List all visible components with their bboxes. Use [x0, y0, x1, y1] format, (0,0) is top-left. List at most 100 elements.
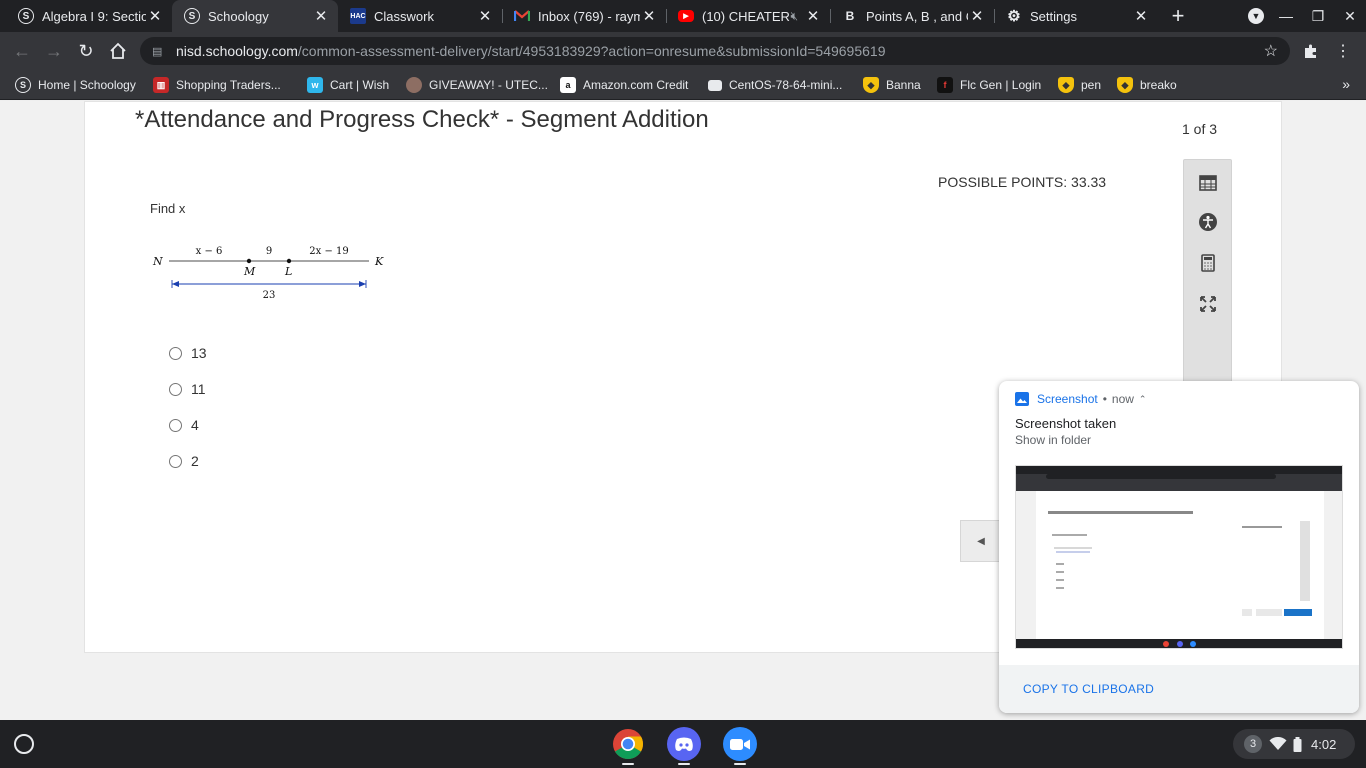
chrome-icon[interactable]	[611, 727, 645, 761]
choice-label: 4	[191, 417, 199, 433]
address-bar[interactable]: ▤ nisd.schoology.com/common-assessment-d…	[140, 37, 1290, 65]
radio-button[interactable]	[169, 382, 182, 396]
notification-actions: COPY TO CLIPBOARD	[999, 665, 1359, 713]
close-window-button[interactable]: ✕	[1335, 0, 1365, 32]
close-icon[interactable]: ✕	[968, 7, 986, 25]
bookmark-banna[interactable]: ◆ Banna	[863, 76, 921, 94]
tab-classwork[interactable]: HAC Classwork ✕	[338, 0, 502, 32]
close-icon[interactable]: ✕	[146, 7, 164, 25]
amazon-icon: a	[560, 77, 576, 93]
store-icon: ▥	[153, 77, 169, 93]
bookmark-amazon-credit[interactable]: a Amazon.com Credit	[560, 76, 688, 94]
calendar-icon[interactable]	[1198, 172, 1218, 192]
tab-title: Points A, B , and C	[866, 8, 968, 24]
show-in-folder-link[interactable]: Show in folder	[1015, 433, 1091, 447]
forward-button[interactable]: →	[42, 39, 66, 63]
minimize-button[interactable]: —	[1271, 0, 1301, 32]
screenshot-thumbnail[interactable]	[1015, 465, 1343, 649]
radio-button[interactable]	[169, 346, 182, 360]
notification-time: now	[1111, 392, 1134, 406]
menu-button[interactable]: ⋮	[1331, 39, 1355, 63]
choice-label: 11	[191, 381, 206, 397]
zoom-icon[interactable]	[723, 727, 757, 761]
choice-label: 13	[191, 345, 207, 361]
bookmarks-overflow-icon[interactable]: »	[1342, 76, 1350, 92]
fullscreen-icon[interactable]	[1198, 294, 1218, 314]
system-shelf: 3 4:02	[0, 720, 1366, 768]
close-icon[interactable]: ✕	[476, 7, 494, 25]
radio-button[interactable]	[169, 418, 182, 432]
answer-choice[interactable]: 13	[169, 335, 207, 371]
notification-app-name: Screenshot	[1037, 392, 1098, 406]
bookmark-breako[interactable]: ◆ breako	[1117, 76, 1177, 94]
tab-algebra[interactable]: S Algebra I 9: Sectio ✕	[6, 0, 172, 32]
tab-search-button[interactable]: ▼	[1241, 0, 1271, 32]
notification-separator: •	[1102, 392, 1107, 406]
bookmark-flc-gen[interactable]: f Flc Gen | Login	[937, 76, 1041, 94]
restore-button[interactable]: ❐	[1303, 0, 1333, 32]
bookmark-centos[interactable]: CentOS-78-64-mini...	[708, 76, 842, 94]
screenshot-notification[interactable]: Screenshot • now ⌃ Screenshot taken Show…	[999, 381, 1359, 713]
puzzle-icon	[1305, 44, 1316, 58]
answer-choice[interactable]: 4	[169, 407, 207, 443]
close-icon[interactable]: ✕	[640, 7, 658, 25]
tab-settings[interactable]: ⚙ Settings ✕	[994, 0, 1158, 32]
bookmark-pen[interactable]: ◆ pen	[1058, 76, 1101, 94]
label-m: M	[243, 265, 256, 278]
shield-icon: ◆	[1117, 77, 1133, 93]
schoology-icon: S	[15, 77, 31, 93]
close-icon[interactable]: ✕	[1132, 7, 1150, 25]
label-n: N	[152, 255, 163, 268]
schoology-icon: S	[184, 8, 200, 24]
tab-brainly[interactable]: B Points A, B , and C ✕	[830, 0, 994, 32]
battery-icon	[1293, 736, 1302, 752]
answer-choice[interactable]: 11	[169, 371, 207, 407]
notification-title: Screenshot taken	[1015, 416, 1117, 431]
chevron-up-icon[interactable]: ⌃	[1139, 394, 1147, 405]
wifi-icon	[1269, 737, 1287, 750]
new-tab-button[interactable]: +	[1163, 0, 1193, 32]
file-icon	[708, 79, 722, 91]
bookmark-home-schoology[interactable]: S Home | Schoology	[15, 76, 136, 94]
tab-strip: S Algebra I 9: Sectio ✕ S Schoology ✕ HA…	[0, 0, 1366, 32]
tab-gmail[interactable]: Inbox (769) - raym ✕	[502, 0, 666, 32]
answer-choice[interactable]: 2	[169, 443, 207, 479]
tab-title: (10) CHEATER	[702, 8, 790, 24]
hac-icon: HAC	[350, 8, 366, 24]
launcher-button[interactable]	[14, 734, 34, 754]
home-button[interactable]	[106, 39, 130, 63]
copy-to-clipboard-button[interactable]: COPY TO CLIPBOARD	[1023, 682, 1154, 696]
label-seg-ml: 9	[266, 246, 272, 257]
bookmark-star-icon[interactable]: ☆	[1264, 41, 1278, 61]
tab-title: Schoology	[208, 8, 269, 24]
extensions-button[interactable]	[1299, 39, 1323, 63]
tab-title: Classwork	[374, 8, 434, 24]
bookmark-cart-wish[interactable]: w Cart | Wish	[307, 76, 389, 94]
calculator-icon[interactable]	[1198, 253, 1218, 273]
segment-diagram: N K M L x − 6 9 2x − 19 23	[152, 246, 384, 301]
home-icon	[110, 42, 126, 59]
possible-points: POSSIBLE POINTS: 33.33	[938, 174, 1107, 190]
label-seg-lk: 2x − 19	[309, 246, 348, 257]
status-tray[interactable]: 3 4:02	[1233, 729, 1355, 759]
site-info-icon[interactable]: ▤	[152, 45, 168, 58]
browser-toolbar: ← → ↻ ▤ nisd.schoology.com/common-assess…	[0, 32, 1366, 70]
flc-icon: f	[937, 77, 953, 93]
bookmarks-bar: S Home | Schoology ▥ Shopping Traders...…	[0, 70, 1366, 100]
close-icon[interactable]: ✕	[312, 7, 330, 25]
running-indicator	[734, 763, 746, 765]
tab-schoology[interactable]: S Schoology ✕	[172, 0, 338, 32]
previous-button[interactable]: ◀	[960, 520, 1002, 562]
accessibility-icon[interactable]	[1198, 212, 1218, 232]
bookmark-shopping-traders[interactable]: ▥ Shopping Traders...	[153, 76, 281, 94]
radio-button[interactable]	[169, 454, 182, 468]
tab-youtube[interactable]: ▶ (10) CHEATER 🔇︎ ✕	[666, 0, 830, 32]
chevron-left-icon: ◀	[977, 535, 985, 547]
close-icon[interactable]: ✕	[804, 7, 822, 25]
reload-button[interactable]: ↻	[74, 39, 98, 63]
shield-icon: ◆	[1058, 77, 1074, 93]
bookmark-giveaway[interactable]: GIVEAWAY! - UTEC...	[406, 76, 548, 94]
discord-icon[interactable]	[667, 727, 701, 761]
speaker-icon[interactable]: 🔇︎	[790, 9, 798, 24]
back-button[interactable]: ←	[10, 39, 34, 63]
